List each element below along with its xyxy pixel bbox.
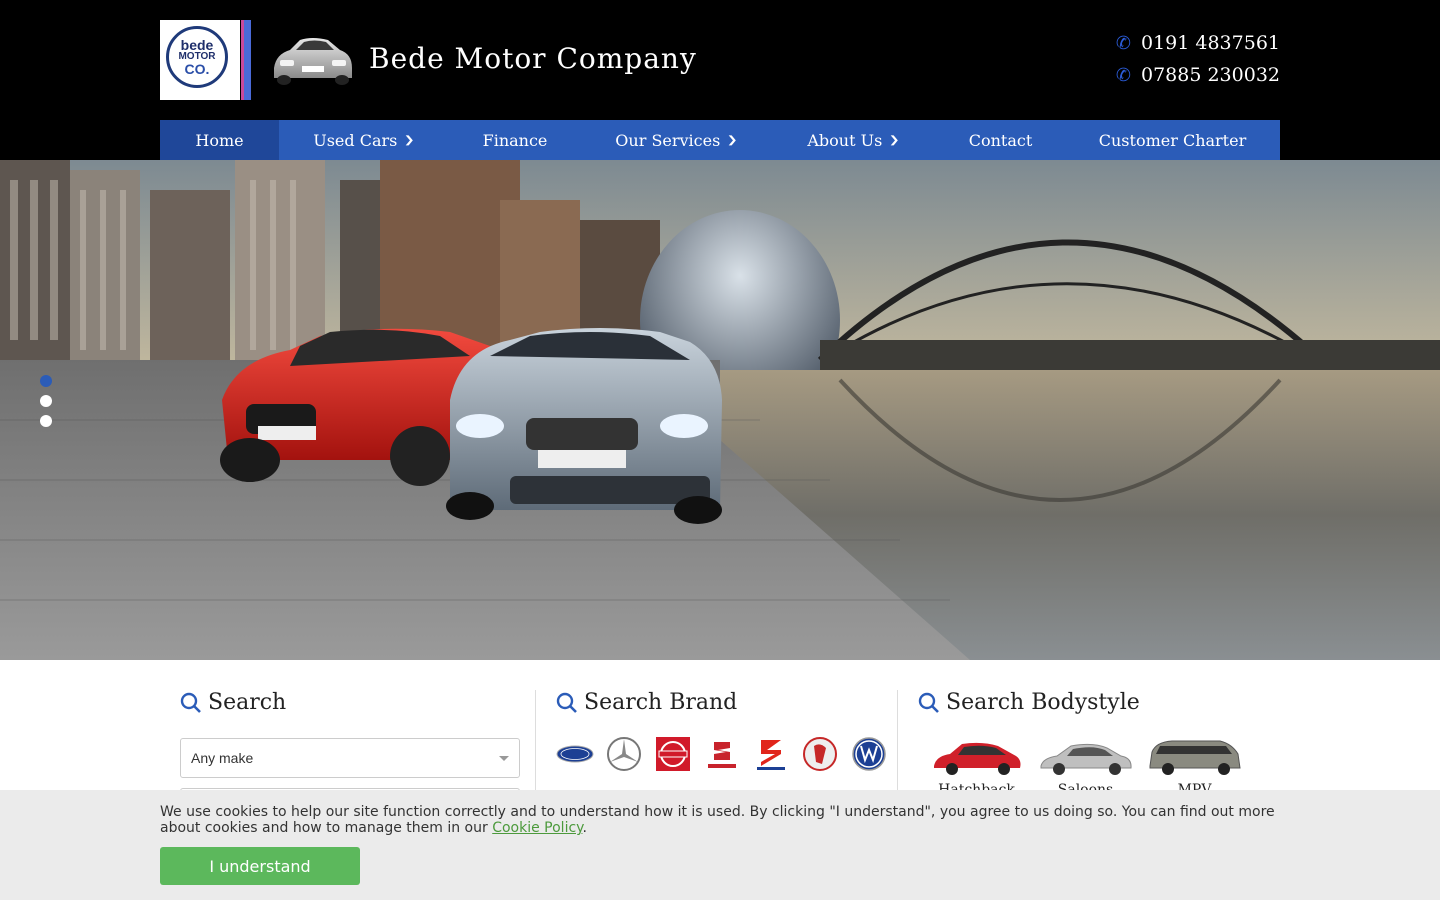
brand-suzuki[interactable] — [752, 735, 790, 773]
bodystyle-hatchback[interactable]: Hatchback — [928, 738, 1025, 798]
brand-list — [556, 735, 888, 773]
cookie-banner: We use cookies to help our site function… — [0, 790, 1440, 900]
phone-number-1[interactable]: ✆ 0191 4837561 — [1116, 32, 1280, 54]
search-heading: Search — [180, 690, 286, 715]
logo-car-image — [274, 38, 352, 85]
nav-customer-charter[interactable]: Customer Charter — [1065, 120, 1280, 160]
logo-line-3: CO. — [184, 61, 210, 77]
nav-contact-label: Contact — [968, 130, 1033, 150]
phone-icon: ✆ — [1115, 32, 1131, 54]
brand-mercedes[interactable] — [605, 735, 643, 773]
nav-about-us-label: About Us — [807, 130, 883, 150]
nav-customer-charter-label: Customer Charter — [1098, 130, 1247, 150]
site-logo[interactable]: bede MOTOR CO. — [160, 20, 240, 100]
logo-badge: bede MOTOR CO. — [166, 26, 228, 88]
magnifier-icon — [918, 692, 939, 713]
cookie-accept-button[interactable]: I understand — [160, 847, 360, 885]
slider-dot-1[interactable] — [40, 375, 52, 387]
hero-slider — [0, 160, 1440, 660]
brand-volkswagen[interactable] — [850, 735, 888, 773]
mpv-car-icon — [1149, 740, 1241, 775]
nav-finance[interactable]: Finance — [448, 120, 582, 160]
nav-about-us[interactable]: About Us ❯ — [770, 120, 936, 160]
search-brand-heading-text: Search Brand — [584, 690, 738, 715]
ford-logo-icon — [556, 745, 594, 763]
search-heading-text: Search — [208, 690, 287, 715]
logo-line-1: bede — [180, 37, 214, 53]
nav-our-services[interactable]: Our Services ❯ — [582, 120, 770, 160]
chevron-down-icon: ❯ — [889, 134, 900, 146]
cookie-message: We use cookies to help our site function… — [160, 804, 1275, 836]
mercedes-logo-icon — [607, 737, 641, 771]
nav-used-cars[interactable]: Used Cars ❯ — [279, 120, 448, 160]
bodystyle-list: Hatchback Saloons MPV — [928, 738, 1243, 798]
phone-number-2[interactable]: ✆ 07885 230032 — [1116, 64, 1280, 86]
nissan-logo-icon — [656, 737, 690, 771]
cookie-policy-link[interactable]: Cookie Policy — [492, 820, 582, 836]
cookie-message-text: We use cookies to help our site function… — [160, 804, 1275, 836]
seat-logo-icon — [708, 742, 736, 768]
magnifier-icon — [556, 692, 577, 713]
phone-number-2-text: 07885 230032 — [1140, 64, 1280, 86]
chevron-down-icon: ❯ — [727, 134, 738, 146]
bodystyle-saloons[interactable]: Saloons — [1037, 738, 1134, 798]
search-brand-heading: Search Brand — [556, 690, 737, 715]
main-nav: Home Used Cars ❯ Finance Our Services ❯ … — [160, 120, 1280, 160]
nav-contact[interactable]: Contact — [936, 120, 1065, 160]
slider-dot-2[interactable] — [40, 395, 52, 407]
vauxhall-logo-icon — [803, 737, 837, 771]
hatchback-car-icon — [934, 742, 1021, 775]
magnifier-icon — [180, 692, 201, 713]
logo-stripe — [241, 20, 251, 100]
nav-finance-label: Finance — [482, 130, 548, 150]
bodystyle-mpv[interactable]: MPV — [1146, 738, 1243, 798]
search-bodystyle-heading-text: Search Bodystyle — [946, 690, 1140, 715]
make-select-value: Any make — [191, 750, 254, 766]
nav-used-cars-label: Used Cars — [313, 130, 398, 150]
brand-vauxhall[interactable] — [801, 735, 839, 773]
brand-seat[interactable] — [703, 735, 741, 773]
phone-number-1-text: 0191 4837561 — [1140, 32, 1280, 54]
brand-name: Bede Motor Company — [369, 42, 697, 75]
search-bodystyle-heading: Search Bodystyle — [918, 690, 1140, 715]
site-header: bede MOTOR CO. Bede Motor Company ✆ 0191… — [0, 0, 1440, 160]
caret-down-icon — [499, 755, 509, 761]
hero-image — [0, 160, 1440, 660]
saloon-car-icon — [1040, 743, 1132, 775]
phone-icon: ✆ — [1115, 64, 1131, 86]
nav-our-services-label: Our Services — [615, 130, 721, 150]
suzuki-logo-icon — [757, 740, 785, 770]
nav-home[interactable]: Home — [160, 120, 279, 160]
slider-dots — [40, 375, 52, 427]
chevron-down-icon: ❯ — [404, 134, 416, 146]
make-select[interactable]: Any make — [180, 738, 520, 778]
brand-nissan[interactable] — [654, 735, 692, 773]
brand-ford[interactable] — [556, 735, 594, 773]
nav-home-label: Home — [195, 130, 244, 150]
slider-dot-3[interactable] — [40, 415, 52, 427]
volkswagen-logo-icon — [852, 737, 886, 771]
